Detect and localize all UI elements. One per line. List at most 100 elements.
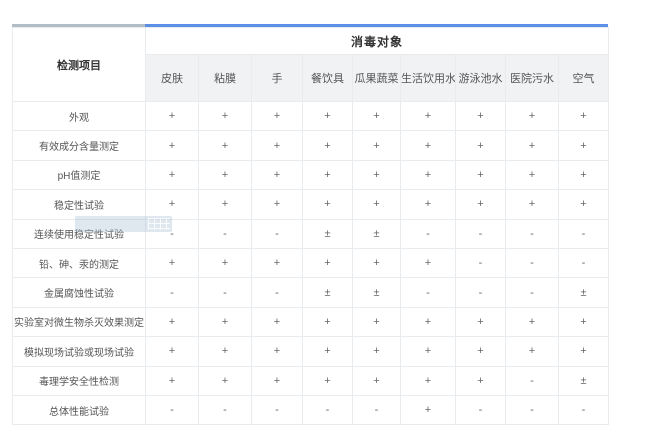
sign-cell: + <box>401 190 456 219</box>
sign-cell: + <box>559 131 609 160</box>
sign-cell: - <box>506 219 559 248</box>
sign-cell: + <box>199 160 252 189</box>
sign-cell: + <box>506 307 559 336</box>
sign-cell: - <box>506 395 559 424</box>
row-label: 连续使用稳定性试验 <box>13 219 146 248</box>
sign-cell: + <box>199 102 252 131</box>
detection-table-container: 检测项目 消毒对象 皮肤粘膜手餐饮具瓜果蔬菜生活饮用水游泳池水医院污水空气 外观… <box>12 24 608 425</box>
group-header-row: 检测项目 消毒对象 <box>13 28 609 55</box>
sign-cell: + <box>559 307 609 336</box>
sign-cell: - <box>252 395 303 424</box>
sign-cell: + <box>252 337 303 366</box>
sign-cell: + <box>199 307 252 336</box>
sign-cell: + <box>199 190 252 219</box>
sign-cell: ± <box>353 219 401 248</box>
table-row: pH值测定+++++++++ <box>13 160 609 189</box>
sign-cell: + <box>199 131 252 160</box>
sign-cell: + <box>559 160 609 189</box>
sign-cell: ± <box>353 278 401 307</box>
sign-cell: + <box>353 366 401 395</box>
sign-cell: + <box>252 160 303 189</box>
column-header: 空气 <box>559 55 609 102</box>
page: { "table": { "corner_header": "检测项目", "g… <box>0 0 651 443</box>
table-row: 毒理学安全性检测+++++++-± <box>13 366 609 395</box>
sign-cell: + <box>252 102 303 131</box>
table-row: 铅、砷、汞的测定++++++--- <box>13 248 609 277</box>
sign-cell: - <box>146 395 199 424</box>
sign-cell: - <box>456 248 506 277</box>
group-header-cell: 消毒对象 <box>146 28 609 55</box>
sign-cell: + <box>456 307 506 336</box>
sign-cell: + <box>199 248 252 277</box>
sign-cell: + <box>252 190 303 219</box>
table-row: 外观+++++++++ <box>13 102 609 131</box>
table-row: 连续使用稳定性试验---±±---- <box>13 219 609 248</box>
sign-cell: + <box>303 190 353 219</box>
sign-cell: + <box>401 366 456 395</box>
sign-cell: - <box>401 219 456 248</box>
column-header: 粘膜 <box>199 55 252 102</box>
column-header: 生活饮用水 <box>401 55 456 102</box>
sign-cell: + <box>506 190 559 219</box>
sign-cell: + <box>303 160 353 189</box>
sign-cell: + <box>353 131 401 160</box>
sign-cell: + <box>353 160 401 189</box>
corner-header-cell: 检测项目 <box>13 28 146 102</box>
sign-cell: - <box>199 395 252 424</box>
row-label: 铅、砷、汞的测定 <box>13 248 146 277</box>
sign-cell: + <box>252 131 303 160</box>
sign-cell: + <box>456 131 506 160</box>
sign-cell: + <box>146 248 199 277</box>
sign-cell: + <box>146 307 199 336</box>
column-header: 医院污水 <box>506 55 559 102</box>
sign-cell: + <box>506 102 559 131</box>
sign-cell: + <box>303 337 353 366</box>
sign-cell: + <box>252 307 303 336</box>
sign-cell: + <box>303 131 353 160</box>
sign-cell: - <box>456 278 506 307</box>
sign-cell: + <box>199 337 252 366</box>
sign-cell: ± <box>559 366 609 395</box>
sign-cell: + <box>303 102 353 131</box>
sign-cell: + <box>146 366 199 395</box>
sign-cell: + <box>353 190 401 219</box>
sign-cell: - <box>353 395 401 424</box>
column-header: 餐饮具 <box>303 55 353 102</box>
sign-cell: ± <box>559 278 609 307</box>
sign-cell: ± <box>303 219 353 248</box>
sign-cell: + <box>456 160 506 189</box>
column-header: 瓜果蔬菜 <box>353 55 401 102</box>
sign-cell: + <box>456 366 506 395</box>
row-label: pH值测定 <box>13 160 146 189</box>
sign-cell: - <box>146 278 199 307</box>
sign-cell: + <box>401 307 456 336</box>
sign-cell: + <box>353 307 401 336</box>
sign-cell: + <box>146 190 199 219</box>
sign-cell: - <box>252 278 303 307</box>
sign-cell: + <box>401 102 456 131</box>
sign-cell: + <box>401 160 456 189</box>
sign-cell: - <box>559 219 609 248</box>
table-row: 金属腐蚀性试验---±±---± <box>13 278 609 307</box>
sign-cell: + <box>353 102 401 131</box>
row-label: 实验室对微生物杀灭效果测定 <box>13 307 146 336</box>
sign-cell: + <box>401 248 456 277</box>
table-row: 稳定性试验+++++++++ <box>13 190 609 219</box>
sign-cell: - <box>559 395 609 424</box>
sign-cell: - <box>456 395 506 424</box>
disinfection-detection-table: 检测项目 消毒对象 皮肤粘膜手餐饮具瓜果蔬菜生活饮用水游泳池水医院污水空气 外观… <box>12 27 609 425</box>
row-label: 金属腐蚀性试验 <box>13 278 146 307</box>
sign-cell: + <box>456 102 506 131</box>
row-label: 外观 <box>13 102 146 131</box>
sign-cell: + <box>303 307 353 336</box>
sign-cell: - <box>303 395 353 424</box>
sign-cell: + <box>252 248 303 277</box>
sign-cell: + <box>559 102 609 131</box>
sign-cell: + <box>146 337 199 366</box>
row-label: 模拟现场试验或现场试验 <box>13 337 146 366</box>
column-header: 手 <box>252 55 303 102</box>
sign-cell: + <box>199 366 252 395</box>
sign-cell: + <box>146 160 199 189</box>
sign-cell: - <box>559 248 609 277</box>
table-body: 外观+++++++++有效成分含量测定+++++++++pH值测定+++++++… <box>13 102 609 425</box>
